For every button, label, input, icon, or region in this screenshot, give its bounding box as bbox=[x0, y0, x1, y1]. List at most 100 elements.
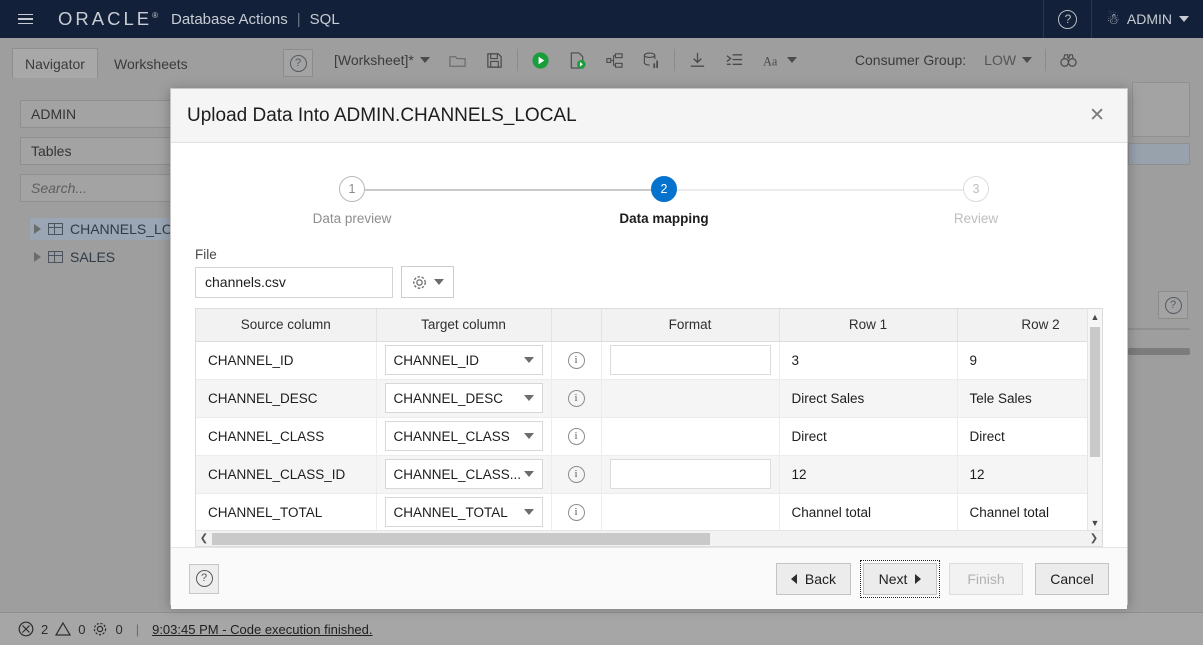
step-1-circle[interactable]: 1 bbox=[339, 176, 365, 202]
column-header-format[interactable]: Format bbox=[601, 309, 780, 342]
chevron-down-icon[interactable]: ▼ bbox=[1088, 515, 1102, 531]
step-3-circle[interactable]: 3 bbox=[963, 176, 989, 202]
dialog-help-button[interactable]: ? bbox=[189, 563, 219, 594]
cell-info: i bbox=[551, 455, 602, 494]
warning-count: 0 bbox=[78, 621, 86, 637]
scrollbar-thumb[interactable] bbox=[212, 532, 711, 545]
find-button[interactable] bbox=[1050, 38, 1087, 82]
download-button[interactable] bbox=[679, 38, 716, 82]
expand-triangle-icon[interactable] bbox=[34, 224, 41, 234]
next-button[interactable]: Next bbox=[860, 559, 940, 598]
file-settings-button[interactable] bbox=[401, 266, 454, 298]
scrollbar-thumb[interactable] bbox=[1090, 327, 1100, 457]
run-statement-button[interactable] bbox=[522, 38, 559, 82]
cell-target-column: CHANNEL_TOTAL bbox=[376, 493, 552, 532]
info-icon[interactable]: i bbox=[567, 427, 585, 445]
format-input[interactable] bbox=[609, 459, 771, 489]
target-column-select[interactable]: CHANNEL_TOTAL bbox=[384, 497, 543, 527]
info-icon[interactable]: i bbox=[567, 351, 585, 369]
table-row: CHANNEL_DESC CHANNEL_DESC i Direct Sales… bbox=[196, 379, 1102, 418]
search-placeholder: Search... bbox=[31, 180, 88, 196]
button-label: Next bbox=[878, 570, 908, 587]
cell-format bbox=[601, 417, 780, 456]
info-icon[interactable]: i bbox=[567, 503, 585, 521]
tree-item-label: SALES bbox=[70, 249, 116, 265]
grid-horizontal-scrollbar[interactable]: ❮ ❯ bbox=[196, 530, 1102, 546]
results-help-button[interactable]: ? bbox=[1158, 291, 1188, 319]
dialog-body: 1 Data preview 2 Data mapping 3 Review F… bbox=[171, 143, 1127, 547]
finish-button: Finish bbox=[949, 562, 1023, 595]
open-file-button[interactable] bbox=[439, 38, 476, 82]
hamburger-icon[interactable] bbox=[6, 0, 44, 38]
column-header-target[interactable]: Target column bbox=[376, 309, 552, 342]
back-button[interactable]: Back bbox=[775, 562, 851, 595]
chevron-right-icon[interactable]: ❯ bbox=[1086, 533, 1102, 544]
autotrace-icon bbox=[643, 52, 658, 68]
expand-triangle-icon[interactable] bbox=[34, 252, 41, 262]
cell-row1: 3 bbox=[779, 341, 958, 380]
top-navigation-bar: ORACLE® Database Actions | SQL ? ☃ ADMIN bbox=[0, 0, 1203, 38]
format-sql-button[interactable] bbox=[716, 38, 753, 82]
chevron-down-icon bbox=[419, 57, 430, 63]
run-script-button[interactable] bbox=[559, 38, 596, 82]
autotrace-button[interactable] bbox=[633, 38, 670, 82]
column-header-row1[interactable]: Row 1 bbox=[779, 309, 958, 342]
table-row: CHANNEL_CLASS CHANNEL_CLASS i Direct Dir… bbox=[196, 417, 1102, 456]
run-script-icon bbox=[570, 51, 586, 69]
tree-item-sales[interactable]: SALES bbox=[30, 246, 119, 268]
explain-plan-button[interactable] bbox=[596, 38, 633, 82]
chevron-down-icon bbox=[1022, 57, 1033, 63]
button-label: Cancel bbox=[1050, 570, 1094, 587]
worksheet-selector[interactable]: [Worksheet]* bbox=[325, 38, 439, 82]
chevron-up-icon[interactable]: ▲ bbox=[1088, 309, 1102, 325]
tree-item-channels-local[interactable]: CHANNELS_LOC bbox=[30, 218, 187, 240]
column-header-source[interactable]: Source column bbox=[196, 309, 377, 342]
user-menu-button[interactable]: ☃ ADMIN bbox=[1092, 0, 1203, 38]
left-panel-tabstrip: Navigator Worksheets ? bbox=[8, 38, 318, 78]
chevron-down-icon bbox=[1179, 16, 1189, 22]
sidebar-help-button[interactable]: ? bbox=[283, 49, 313, 77]
format-input[interactable] bbox=[609, 345, 771, 375]
oracle-logo: ORACLE® bbox=[58, 8, 158, 30]
save-button[interactable] bbox=[476, 38, 513, 82]
column-header-row2[interactable]: Row 2 bbox=[957, 309, 1102, 342]
tab-label: Worksheets bbox=[114, 56, 188, 72]
cancel-button[interactable]: Cancel bbox=[1035, 562, 1109, 595]
consumer-group-control[interactable]: Consumer Group: LOW bbox=[846, 38, 1041, 82]
worksheet-label: [Worksheet]* bbox=[334, 52, 414, 68]
scrollbar-track[interactable] bbox=[212, 532, 1086, 546]
target-column-select[interactable]: CHANNEL_CLASS... bbox=[384, 459, 543, 489]
chevron-down-icon bbox=[523, 471, 534, 477]
target-column-select[interactable]: CHANNEL_CLASS bbox=[384, 421, 543, 451]
sidebar-tab-navigator[interactable]: Navigator bbox=[12, 48, 98, 78]
background-scrollbar[interactable] bbox=[1128, 348, 1190, 355]
cell-row1: Channel total bbox=[779, 493, 958, 532]
cell-row1: Direct bbox=[779, 417, 958, 456]
data-mapping-grid: Source column Target column Format Row 1… bbox=[195, 308, 1103, 547]
mapping-table: Source column Target column Format Row 1… bbox=[196, 309, 1102, 546]
target-column-select[interactable]: CHANNEL_ID bbox=[384, 345, 543, 375]
chevron-left-icon bbox=[790, 573, 797, 584]
grid-vertical-scrollbar[interactable]: ▲ ▼ bbox=[1087, 309, 1102, 531]
step-2-circle[interactable]: 2 bbox=[651, 176, 677, 202]
info-icon[interactable]: i bbox=[567, 465, 585, 483]
select-value: CHANNEL_DESC bbox=[393, 390, 504, 406]
info-icon[interactable]: i bbox=[567, 389, 585, 407]
target-column-select[interactable]: CHANNEL_DESC bbox=[384, 383, 543, 413]
status-message[interactable]: 9:03:45 PM - Code execution finished. bbox=[152, 622, 372, 637]
file-label: File bbox=[195, 247, 217, 262]
font-size-button[interactable]: Aa bbox=[753, 38, 806, 82]
dialog-header: Upload Data Into ADMIN.CHANNELS_LOCAL ✕ bbox=[171, 89, 1127, 143]
step-3-label: Review bbox=[953, 211, 999, 226]
dialog-button-group: Back Next Finish Cancel bbox=[775, 559, 1109, 598]
chevron-left-icon[interactable]: ❮ bbox=[196, 533, 212, 544]
file-name-input[interactable]: channels.csv bbox=[195, 266, 393, 298]
select-value: CHANNEL_TOTAL bbox=[393, 504, 508, 520]
chevron-down-icon bbox=[523, 357, 534, 363]
help-button[interactable]: ? bbox=[1044, 0, 1091, 38]
sidebar-tab-worksheets[interactable]: Worksheets bbox=[102, 50, 200, 78]
step-1-label: Data preview bbox=[312, 211, 392, 226]
cell-info: i bbox=[551, 341, 602, 380]
close-icon[interactable]: ✕ bbox=[1081, 102, 1113, 129]
cell-row2: 12 bbox=[957, 455, 1102, 494]
